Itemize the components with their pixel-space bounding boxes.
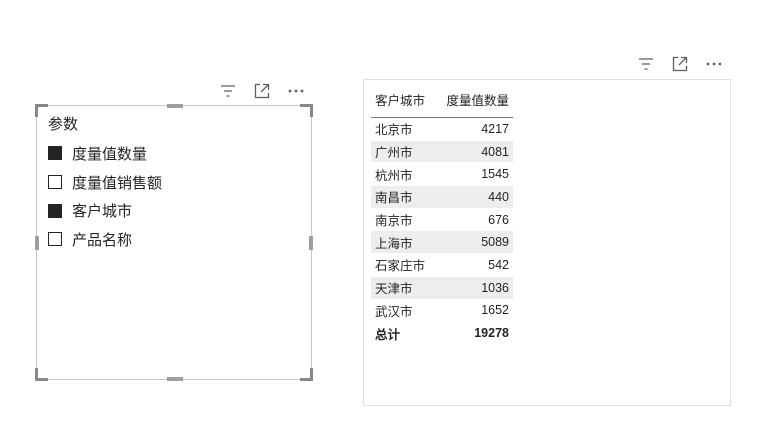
quantity-cell: 1652 bbox=[435, 299, 513, 323]
slicer-item-customer-city[interactable]: 客户城市 bbox=[48, 196, 162, 225]
city-cell: 北京市 bbox=[371, 117, 435, 141]
resize-handle-top-left[interactable] bbox=[35, 104, 48, 117]
focus-mode-icon[interactable] bbox=[670, 55, 690, 73]
table-row[interactable]: 天津市 1036 bbox=[371, 276, 513, 300]
city-cell: 南昌市 bbox=[371, 185, 435, 209]
filter-icon[interactable] bbox=[636, 55, 656, 73]
data-table: 客户城市 度量值数量 北京市 4217 广州市 4081 杭州市 1545 南昌市 44… bbox=[371, 86, 513, 344]
table-row[interactable]: 杭州市 1545 bbox=[371, 162, 513, 187]
slicer-item-label: 度量值数量 bbox=[72, 145, 148, 163]
slicer-list: 度量值数量 度量值销售额 客户城市 产品名称 bbox=[48, 139, 162, 254]
slicer-item-label: 客户城市 bbox=[72, 203, 133, 221]
slicer-item-measure-quantity[interactable]: 度量值数量 bbox=[48, 139, 162, 168]
slicer-title: 参数 bbox=[48, 116, 79, 133]
city-cell: 天津市 bbox=[371, 276, 435, 300]
table-visual-header bbox=[636, 55, 724, 73]
city-cell: 石家庄市 bbox=[371, 253, 435, 277]
slicer-item-product-name[interactable]: 产品名称 bbox=[48, 225, 162, 254]
table-header-row: 客户城市 度量值数量 bbox=[371, 86, 513, 118]
checkbox[interactable] bbox=[48, 175, 62, 190]
city-cell: 杭州市 bbox=[371, 162, 435, 187]
quantity-cell: 1036 bbox=[435, 276, 513, 300]
table-visual[interactable]: 客户城市 度量值数量 北京市 4217 广州市 4081 杭州市 1545 南昌市 44… bbox=[363, 79, 731, 406]
checkbox[interactable] bbox=[48, 203, 62, 218]
column-header-city[interactable]: 客户城市 bbox=[371, 86, 435, 118]
table-row[interactable]: 广州市 4081 bbox=[371, 140, 513, 164]
table-row[interactable]: 南京市 676 bbox=[371, 208, 513, 232]
quantity-cell: 5089 bbox=[435, 230, 513, 255]
resize-handle-bottom-left[interactable] bbox=[35, 368, 48, 381]
slicer-visual-header bbox=[218, 82, 306, 100]
more-options-icon[interactable] bbox=[704, 55, 724, 73]
resize-handle-bottom-right[interactable] bbox=[300, 368, 313, 381]
slicer-item-label: 度量值销售额 bbox=[72, 174, 163, 192]
city-cell: 南京市 bbox=[371, 208, 435, 232]
column-header-quantity[interactable]: 度量值数量 bbox=[435, 86, 513, 118]
total-row: 总计 19278 bbox=[371, 321, 513, 345]
city-cell: 武汉市 bbox=[371, 299, 435, 323]
checkbox[interactable] bbox=[48, 232, 62, 247]
slicer-item-measure-sales[interactable]: 度量值销售额 bbox=[48, 168, 162, 197]
quantity-cell: 1545 bbox=[435, 162, 513, 187]
total-label: 总计 bbox=[375, 327, 401, 342]
resize-handle-top-right[interactable] bbox=[300, 104, 313, 117]
more-options-icon[interactable] bbox=[286, 82, 306, 100]
resize-handle-bottom[interactable] bbox=[167, 377, 183, 381]
table-row[interactable]: 上海市 5089 bbox=[371, 230, 513, 255]
quantity-cell: 676 bbox=[435, 208, 513, 232]
quantity-cell: 4081 bbox=[435, 140, 513, 164]
quantity-cell: 542 bbox=[435, 253, 513, 277]
quantity-cell: 4217 bbox=[435, 117, 513, 141]
table-row[interactable]: 南昌市 440 bbox=[371, 185, 513, 209]
table-row[interactable]: 北京市 4217 bbox=[371, 117, 513, 141]
quantity-cell: 440 bbox=[435, 185, 513, 209]
table-row[interactable]: 武汉市 1652 bbox=[371, 299, 513, 323]
total-value: 19278 bbox=[474, 326, 509, 341]
city-cell: 上海市 bbox=[371, 230, 435, 255]
resize-handle-right[interactable] bbox=[309, 236, 313, 250]
resize-handle-left[interactable] bbox=[35, 236, 39, 250]
checkbox[interactable] bbox=[48, 146, 62, 161]
city-cell: 广州市 bbox=[371, 140, 435, 164]
slicer-item-label: 产品名称 bbox=[72, 231, 133, 249]
filter-icon[interactable] bbox=[218, 82, 238, 100]
parameter-slicer[interactable]: 参数 度量值数量 度量值销售额 客户城市 产品名称 bbox=[35, 104, 313, 381]
focus-mode-icon[interactable] bbox=[252, 82, 272, 100]
resize-handle-top[interactable] bbox=[167, 104, 183, 108]
table-row[interactable]: 石家庄市 542 bbox=[371, 253, 513, 277]
